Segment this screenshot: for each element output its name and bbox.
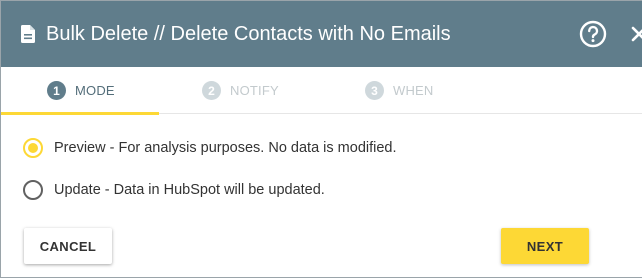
radio-button-selected[interactable] [23, 138, 43, 158]
step-label: WHEN [393, 83, 434, 98]
option-label: Update - Data in HubSpot will be updated… [54, 182, 325, 198]
close-icon[interactable] [631, 24, 642, 44]
cancel-button[interactable]: CANCEL [24, 228, 112, 264]
help-circle-icon[interactable] [579, 20, 607, 48]
dialog-title: Bulk Delete // Delete Contacts with No E… [46, 23, 451, 45]
step-notify[interactable]: 2 NOTIFY [202, 67, 279, 114]
mode-option-update[interactable]: Update - Data in HubSpot will be updated… [23, 180, 325, 200]
step-when[interactable]: 3 WHEN [365, 67, 434, 114]
step-number: 3 [365, 81, 384, 100]
bulk-delete-dialog: Bulk Delete // Delete Contacts with No E… [0, 0, 642, 278]
step-label: NOTIFY [230, 83, 279, 98]
document-icon [21, 25, 35, 43]
step-number: 1 [47, 81, 66, 100]
stepper: 1 MODE 2 NOTIFY 3 WHEN [1, 67, 642, 114]
option-label: Preview - For analysis purposes. No data… [54, 140, 397, 156]
step-label: MODE [75, 83, 115, 98]
next-button[interactable]: NEXT [501, 228, 589, 264]
step-mode[interactable]: 1 MODE [47, 67, 115, 114]
step-number: 2 [202, 81, 221, 100]
dialog-header: Bulk Delete // Delete Contacts with No E… [1, 1, 642, 67]
radio-button[interactable] [23, 180, 43, 200]
active-step-indicator [1, 112, 159, 115]
mode-option-preview[interactable]: Preview - For analysis purposes. No data… [23, 138, 397, 158]
